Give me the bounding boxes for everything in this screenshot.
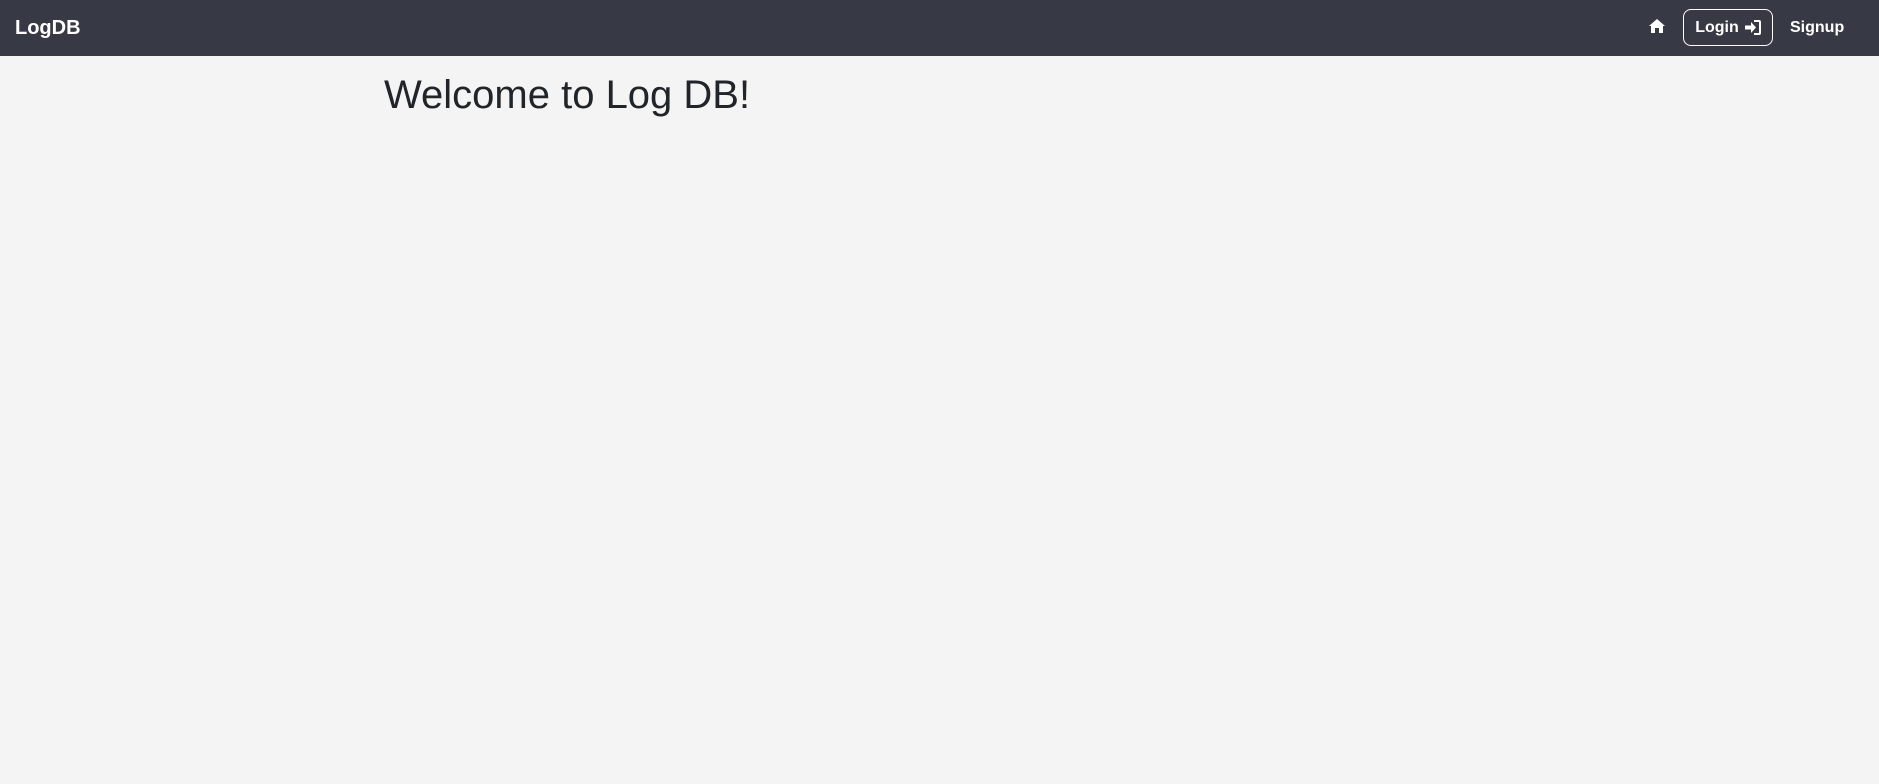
home-link[interactable] xyxy=(1648,18,1666,34)
sign-in-icon xyxy=(1744,20,1761,35)
top-navbar: LogDB Login Signup xyxy=(0,0,1879,56)
page-title: Welcome to Log DB! xyxy=(384,73,751,117)
brand-link[interactable]: LogDB xyxy=(15,0,81,56)
home-icon xyxy=(1648,18,1666,34)
login-label: Login xyxy=(1695,18,1739,36)
signup-link[interactable]: Signup xyxy=(1790,9,1844,46)
login-button[interactable]: Login xyxy=(1683,9,1773,46)
